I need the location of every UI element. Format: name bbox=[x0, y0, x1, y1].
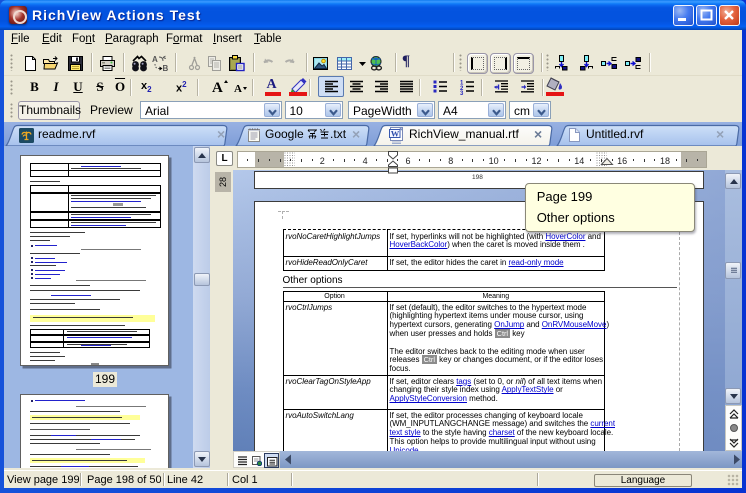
svg-text:A: A bbox=[234, 83, 242, 95]
svg-text:3: 3 bbox=[460, 91, 464, 95]
svg-text:B: B bbox=[163, 64, 169, 72]
svg-text:28: 28 bbox=[218, 177, 228, 187]
svg-text:A: A bbox=[152, 55, 158, 64]
svg-text:W: W bbox=[391, 128, 400, 138]
svg-text:A: A bbox=[212, 80, 223, 95]
